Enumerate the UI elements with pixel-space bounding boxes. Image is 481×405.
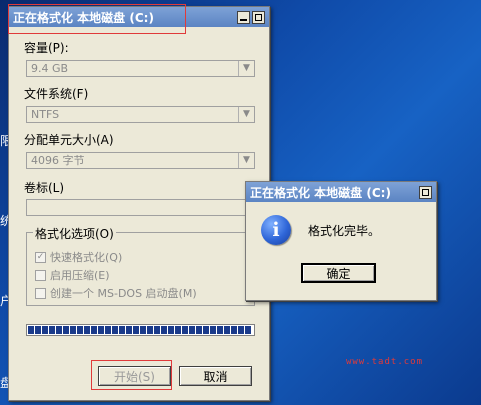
progress-block <box>196 326 202 334</box>
progress-block <box>105 326 111 334</box>
progress-block <box>224 326 230 334</box>
checkbox-empty-icon <box>35 287 46 299</box>
checkbox-empty-icon <box>35 269 46 281</box>
alloc-unit-label: 分配单元大小(A) <box>24 133 114 147</box>
minimize-button[interactable] <box>237 10 250 24</box>
progress-block <box>231 326 237 334</box>
progress-block <box>168 326 174 334</box>
chevron-down-icon[interactable]: ▼ <box>238 153 254 168</box>
progress-block <box>84 326 90 334</box>
progress-block <box>112 326 118 334</box>
watermark-text: www.tadt.com <box>345 357 423 367</box>
message-box-title: 正在格式化 本地磁盘 (C:) <box>250 185 391 200</box>
message-box-titlebar[interactable]: 正在格式化 本地磁盘 (C:) <box>246 182 436 202</box>
cancel-button[interactable]: 取消 <box>179 366 252 386</box>
msdos-startup-label: 创建一个 MS-DOS 启动盘(M) <box>50 287 197 300</box>
alloc-unit-value: 4096 字节 <box>31 154 85 167</box>
enable-compression-checkbox[interactable]: 启用压缩(E) <box>35 267 110 283</box>
format-options-title: 格式化选项(O) <box>33 225 116 242</box>
capacity-label: 容量(P): <box>24 41 69 55</box>
progress-block <box>238 326 244 334</box>
maximize-icon <box>422 188 429 196</box>
format-progress-bar <box>26 324 255 336</box>
msdos-startup-checkbox[interactable]: 创建一个 MS-DOS 启动盘(M) <box>35 285 197 301</box>
chevron-down-icon[interactable]: ▼ <box>238 61 254 76</box>
filesystem-select[interactable]: NTFS ▼ <box>26 106 255 123</box>
maximize-button[interactable] <box>419 185 432 199</box>
message-text: 格式化完毕。 <box>308 224 381 238</box>
checkmark-icon: ✓ <box>35 251 46 263</box>
progress-block <box>91 326 97 334</box>
progress-block <box>70 326 76 334</box>
progress-block <box>35 326 41 334</box>
progress-block <box>147 326 153 334</box>
progress-block <box>77 326 83 334</box>
highlight-box <box>8 4 186 34</box>
progress-block <box>126 326 132 334</box>
volume-input[interactable] <box>26 199 255 216</box>
info-icon: i <box>261 215 291 245</box>
progress-block <box>42 326 48 334</box>
progress-block <box>63 326 69 334</box>
progress-block <box>182 326 188 334</box>
progress-block <box>203 326 209 334</box>
ok-button[interactable]: 确定 <box>301 263 376 283</box>
progress-block <box>49 326 55 334</box>
maximize-button[interactable] <box>252 10 265 24</box>
progress-block <box>28 326 34 334</box>
filesystem-label: 文件系统(F) <box>24 87 89 101</box>
maximize-icon <box>255 13 262 21</box>
alloc-unit-select[interactable]: 4096 字节 ▼ <box>26 152 255 169</box>
capacity-value: 9.4 GB <box>31 62 69 75</box>
minimize-icon <box>240 18 247 21</box>
quick-format-checkbox[interactable]: ✓ 快速格式化(Q) <box>35 249 122 265</box>
capacity-select[interactable]: 9.4 GB ▼ <box>26 60 255 77</box>
progress-block <box>119 326 125 334</box>
progress-block <box>217 326 223 334</box>
progress-block <box>245 326 251 334</box>
progress-block <box>98 326 104 334</box>
quick-format-label: 快速格式化(Q) <box>50 251 123 264</box>
progress-block <box>133 326 139 334</box>
chevron-down-icon[interactable]: ▼ <box>238 107 254 122</box>
format-options-group: 格式化选项(O) ✓ 快速格式化(Q) 启用压缩(E) 创建一个 MS-DOS … <box>26 225 255 306</box>
format-complete-dialog: 正在格式化 本地磁盘 (C:) i 格式化完毕。 确定 <box>245 181 437 301</box>
progress-block <box>189 326 195 334</box>
progress-block <box>210 326 216 334</box>
progress-block <box>140 326 146 334</box>
filesystem-value: NTFS <box>31 108 60 121</box>
progress-block <box>175 326 181 334</box>
progress-block <box>56 326 62 334</box>
progress-block <box>154 326 160 334</box>
volume-label: 卷标(L) <box>24 181 65 195</box>
format-dialog: 正在格式化 本地磁盘 (C:) 容量(P): 9.4 GB ▼ 文件系统(F) … <box>8 6 270 401</box>
progress-block <box>161 326 167 334</box>
enable-compression-label: 启用压缩(E) <box>50 269 110 282</box>
highlight-box <box>91 360 172 390</box>
